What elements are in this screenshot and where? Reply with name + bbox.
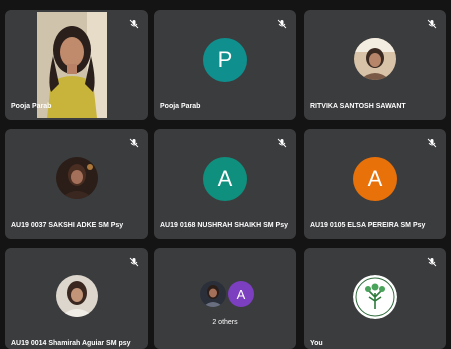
- mic-off-icon: [129, 138, 139, 148]
- participant-name: Pooja Parab: [11, 103, 52, 110]
- participant-name: RITVIKA SANTOSH SAWANT: [310, 103, 406, 110]
- avatar: [354, 38, 396, 80]
- mic-off-icon: [277, 19, 287, 29]
- avatar: [200, 281, 226, 307]
- participant-name: Pooja Parab: [160, 103, 201, 110]
- participant-name: AU19 0014 Shamirah Aguiar SM psy: [11, 340, 131, 347]
- participant-tile-pooja[interactable]: P Pooja Parab: [154, 10, 296, 120]
- participant-tile-nushrah[interactable]: A AU19 0168 NUSHRAH SHAIKH SM Psy: [154, 129, 296, 239]
- avatar: [55, 157, 98, 199]
- participant-grid: Pooja Parab P Pooja Parab RITVIKA SANTOS…: [5, 10, 447, 349]
- participant-tile-elsa[interactable]: A AU19 0105 ELSA PEREIRA SM Psy: [304, 129, 446, 239]
- participant-tile-you[interactable]: You: [304, 248, 446, 349]
- others-count-label: 2 others: [212, 319, 238, 326]
- participant-name: You: [310, 340, 323, 347]
- mic-off-icon: [129, 257, 139, 267]
- avatar: [55, 274, 98, 317]
- participant-tile-ritvika[interactable]: RITVIKA SANTOSH SAWANT: [304, 10, 446, 120]
- mic-off-icon: [427, 19, 437, 29]
- avatar: A: [353, 157, 397, 201]
- avatar: A: [203, 157, 247, 201]
- avatar: P: [203, 38, 247, 82]
- mic-off-icon: [427, 257, 437, 267]
- others-avatars: A: [200, 281, 256, 309]
- participant-tile-shamirah[interactable]: AU19 0014 Shamirah Aguiar SM psy: [5, 248, 148, 349]
- participant-name: AU19 0037 SAKSHI ADKE SM Psy: [11, 222, 124, 229]
- participant-tile-sakshi[interactable]: AU19 0037 SAKSHI ADKE SM Psy: [5, 129, 148, 239]
- avatar: [353, 274, 397, 319]
- participant-name: AU19 0168 NUSHRAH SHAIKH SM Psy: [160, 222, 288, 229]
- mic-off-icon: [129, 19, 139, 29]
- participant-name: AU19 0105 ELSA PEREIRA SM Psy: [310, 222, 426, 229]
- participant-tile-others[interactable]: A 2 others: [154, 248, 296, 349]
- mic-off-icon: [277, 138, 287, 148]
- mic-off-icon: [427, 138, 437, 148]
- participant-tile-pooja-video[interactable]: Pooja Parab: [5, 10, 148, 120]
- avatar: A: [228, 281, 254, 307]
